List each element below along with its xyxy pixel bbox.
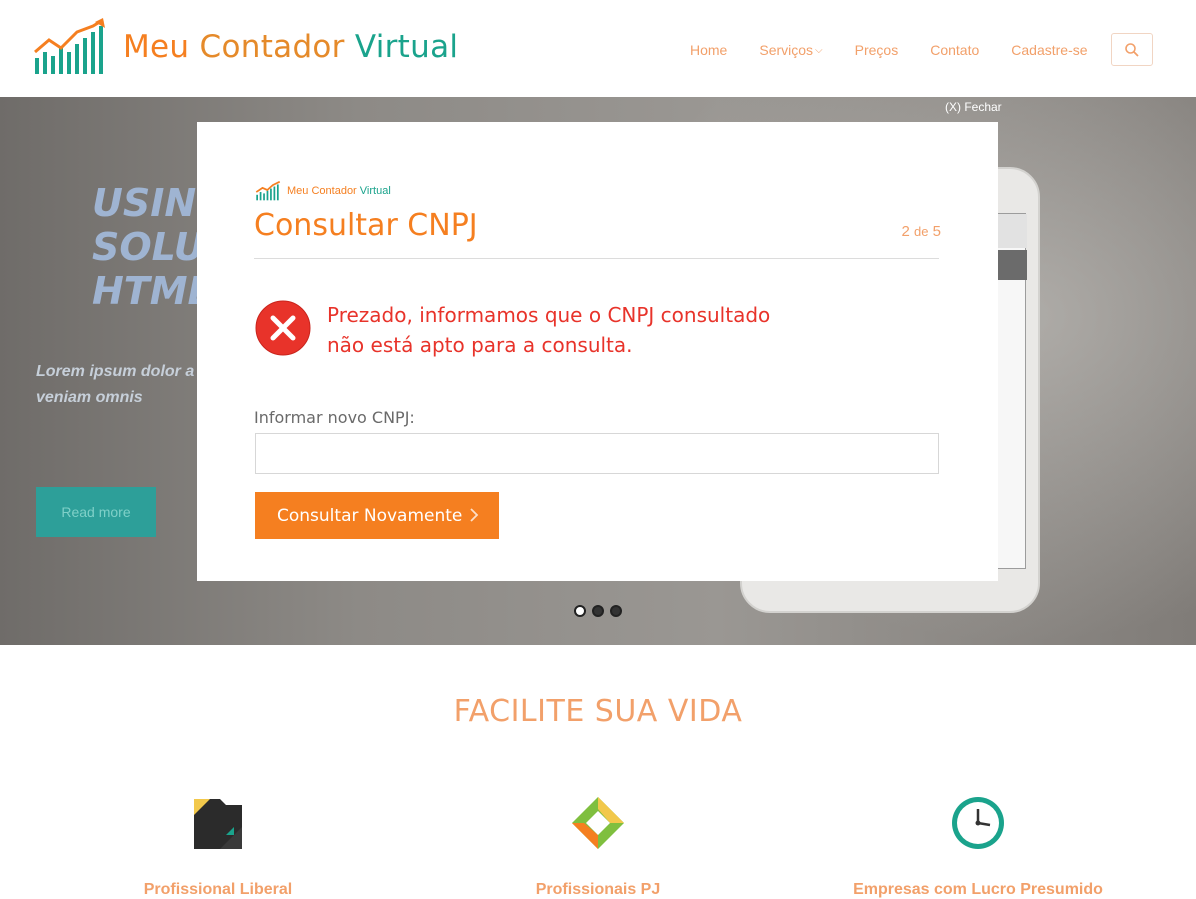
logo-word-1: Meu <box>123 29 190 65</box>
feature-card[interactable]: Profissional Liberal <box>38 795 398 899</box>
nav-home[interactable]: Home <box>690 42 727 58</box>
slider-dot-3[interactable] <box>610 605 622 617</box>
chevron-right-icon <box>470 508 479 522</box>
modal-logo-word-2: Contador <box>311 185 357 197</box>
folder-icon <box>190 795 246 851</box>
main-nav: Home Serviços ⌵ Preços Contato Cadastre-… <box>690 42 1120 58</box>
section-title: FACILITE SUA VIDA <box>453 694 743 729</box>
nav-services-label: Serviços <box>759 42 814 58</box>
cnpj-input[interactable] <box>255 433 939 474</box>
feature-title: Profissional Liberal <box>143 881 293 898</box>
modal-logo-word-1: Meu <box>287 185 309 197</box>
feature-title: Empresas com Lucro Presumido <box>853 881 1103 898</box>
slider-dots <box>574 605 628 617</box>
error-line-2: não está apto para a consulta. <box>327 333 633 357</box>
logo-text: Meu Contador Virtual <box>123 29 458 65</box>
consult-again-button[interactable]: Consultar Novamente <box>255 492 499 539</box>
site-logo[interactable]: Meu Contador Virtual <box>33 18 458 76</box>
modal-divider <box>254 258 939 259</box>
consult-again-label: Consultar Novamente <box>277 505 463 526</box>
modal-close-link[interactable]: (X) Fechar <box>945 100 1002 114</box>
step-indicator: 2 de 5 <box>902 223 942 240</box>
feature-card[interactable]: Profissionais PJ <box>418 795 778 899</box>
step-current: 2 <box>901 223 910 240</box>
logo-word-2: Contador <box>199 29 345 65</box>
modal-logo: Meu Contador Virtual <box>255 181 391 201</box>
step-separator: de <box>914 224 929 239</box>
modal-logo-word-3: Virtual <box>359 185 391 197</box>
cnpj-modal: Meu Contador Virtual Consultar CNPJ 2 de… <box>197 122 998 581</box>
page: Meu Contador Virtual Home Serviços ⌵ Pre… <box>0 0 1196 899</box>
modal-logo-text: Meu Contador Virtual <box>287 185 391 197</box>
nav-services[interactable]: Serviços ⌵ <box>759 42 822 58</box>
error-message: Prezado, informamos que o CNPJ consultad… <box>255 300 770 360</box>
read-more-button[interactable]: Read more <box>36 487 156 537</box>
search-icon <box>1125 42 1139 57</box>
error-x-icon <box>255 300 311 356</box>
clock-icon <box>950 795 1006 851</box>
slider-dot-2[interactable] <box>592 605 604 617</box>
error-text: Prezado, informamos que o CNPJ consultad… <box>327 300 770 360</box>
modal-title: Consultar CNPJ <box>254 208 478 243</box>
nav-contact[interactable]: Contato <box>930 42 979 58</box>
error-line-1: Prezado, informamos que o CNPJ consultad… <box>327 303 771 327</box>
site-header: Meu Contador Virtual Home Serviços ⌵ Pre… <box>0 0 1196 97</box>
nav-prices[interactable]: Preços <box>855 42 899 58</box>
chevron-down-icon: ⌵ <box>815 44 823 56</box>
feature-title: Profissionais PJ <box>535 881 661 898</box>
cnpj-field-label: Informar novo CNPJ: <box>254 408 415 427</box>
diamond-icon <box>570 795 626 851</box>
step-total: 5 <box>932 223 941 240</box>
slider-dot-1[interactable] <box>574 605 586 617</box>
feature-card[interactable]: Empresas com Lucro Presumido <box>798 795 1158 899</box>
bar-chart-arrow-icon <box>34 18 105 74</box>
search-button[interactable] <box>1111 33 1153 66</box>
logo-word-3: Virtual <box>354 29 459 65</box>
bar-chart-arrow-icon <box>255 181 281 201</box>
nav-signup[interactable]: Cadastre-se <box>1011 42 1087 58</box>
